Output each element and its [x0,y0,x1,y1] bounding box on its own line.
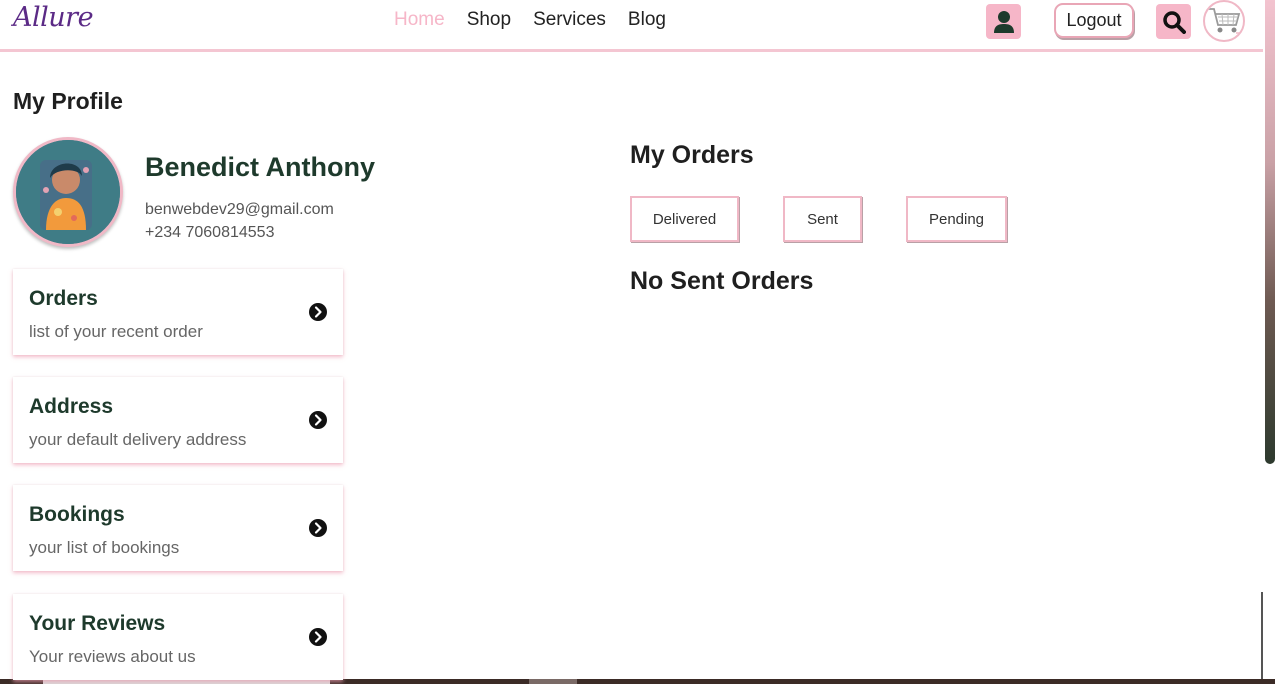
page-title: My Profile [13,88,123,114]
menu-card-title: Orders [29,287,98,310]
menu-card-reviews[interactable]: Your Reviews Your reviews about us [13,594,343,680]
user-phone: +234 7060814553 [145,224,275,241]
inner-scroll-indicator [1261,592,1263,680]
tab-sent[interactable]: Sent [783,196,862,242]
tab-pending[interactable]: Pending [906,196,1007,242]
brand-logo[interactable]: Allure [13,2,94,33]
avatar-illustration [16,140,120,244]
user-icon [993,10,1014,33]
menu-card-subtitle: your default delivery address [29,430,247,449]
search-button[interactable] [1156,4,1191,39]
chevron-right-circle-icon [309,519,327,537]
menu-card-orders[interactable]: Orders list of your recent order [13,269,343,355]
menu-card-title: Bookings [29,503,125,526]
orders-section-title: My Orders [630,141,754,169]
cart-icon [1208,8,1242,34]
tab-delivered[interactable]: Delivered [630,196,739,242]
logout-button[interactable]: Logout [1054,3,1134,38]
avatar [13,137,123,247]
top-navbar: Allure Home Shop Services Blog Logout [0,0,1263,52]
menu-card-bookings[interactable]: Bookings your list of bookings [13,485,343,571]
chevron-right-circle-icon [309,628,327,646]
nav-link-blog[interactable]: Blog [628,9,666,31]
profile-button[interactable] [986,4,1021,39]
chevron-right-circle-icon [309,303,327,321]
menu-card-subtitle: Your reviews about us [29,647,196,666]
cart-button[interactable] [1203,0,1245,42]
menu-card-subtitle: your list of bookings [29,538,180,557]
bottom-strip-segment [529,679,577,684]
main-nav: Home Shop Services Blog [394,9,666,31]
menu-card-address[interactable]: Address your default delivery address [13,377,343,463]
menu-card-title: Address [29,395,114,418]
menu-card-subtitle: list of your recent order [29,322,203,341]
empty-orders-message: No Sent Orders [630,267,814,295]
menu-card-title: Your Reviews [29,612,166,635]
chevron-right-circle-icon [309,411,327,429]
nav-link-shop[interactable]: Shop [467,9,511,31]
nav-link-home[interactable]: Home [394,9,445,31]
nav-link-services[interactable]: Services [533,9,606,31]
search-icon [1162,10,1186,34]
scrollbar-thumb[interactable] [1265,0,1275,464]
user-email: benwebdev29@gmail.com [145,201,334,218]
user-name: Benedict Anthony [145,152,376,182]
